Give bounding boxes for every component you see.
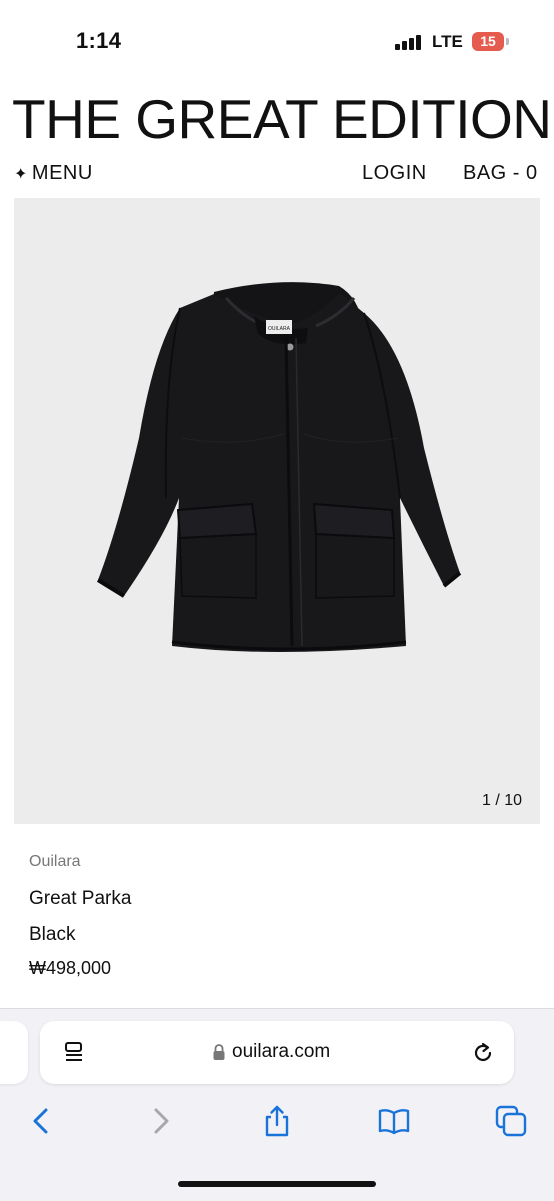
- site-title[interactable]: THE GREAT EDITION: [12, 88, 552, 150]
- bag-link[interactable]: BAG - 0: [463, 162, 538, 185]
- product-price: ₩498,000: [29, 958, 112, 978]
- reader-mode-icon[interactable]: [62, 1040, 88, 1066]
- lock-icon: [213, 1044, 225, 1060]
- reload-icon[interactable]: [470, 1040, 496, 1066]
- forward-icon[interactable]: [144, 1104, 178, 1138]
- home-indicator[interactable]: [178, 1181, 376, 1187]
- garment-label-text: OUILARA: [268, 326, 291, 332]
- signal-icon: [395, 34, 425, 50]
- product-color: Black: [29, 924, 76, 945]
- share-icon[interactable]: [260, 1104, 294, 1138]
- tabs-icon[interactable]: [494, 1104, 528, 1138]
- image-counter: 1 / 10: [481, 792, 522, 809]
- login-link[interactable]: LOGIN: [362, 162, 427, 185]
- status-bar: 1:14 LTE 15: [0, 0, 554, 80]
- url-text[interactable]: ouilara.com: [232, 1041, 330, 1063]
- bookmarks-icon[interactable]: [377, 1104, 411, 1138]
- battery-tip: [506, 38, 509, 45]
- menu-button[interactable]: ✦ MENU: [14, 162, 93, 185]
- product-name: Great Parka: [29, 888, 132, 909]
- bag-label: BAG - 0: [463, 162, 538, 184]
- battery-icon: 15: [472, 32, 504, 51]
- product-image-carousel[interactable]: OUILARA 1 / 10: [14, 198, 540, 824]
- sparkle-icon: ✦: [14, 166, 28, 183]
- parka-image: OUILARA: [96, 282, 462, 652]
- back-icon[interactable]: [24, 1104, 58, 1138]
- menu-label: MENU: [31, 162, 93, 184]
- status-time: 1:14: [76, 28, 122, 53]
- network-type: LTE: [432, 32, 463, 51]
- product-brand[interactable]: Ouilara: [29, 853, 81, 871]
- previous-tab-preview[interactable]: [0, 1021, 28, 1084]
